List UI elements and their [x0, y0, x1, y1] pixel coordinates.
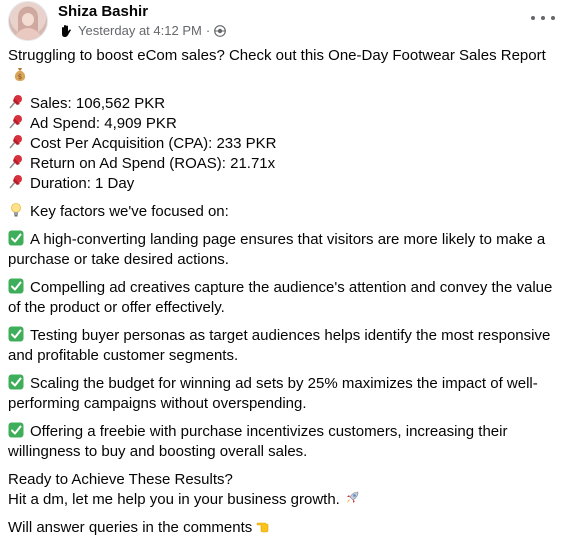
cta-paragraph: Ready to Achieve These Results? Hit a dm,… [8, 470, 560, 510]
post-body: Struggling to boost eCom sales? Check ou… [8, 46, 560, 538]
list-item: Sales: 106,562 PKR [8, 94, 560, 114]
factor-3-line2: and profitable customer segments. [8, 347, 239, 364]
factors-list: A high-converting landing page ensures t… [8, 230, 560, 462]
closing-paragraph: Will answer queries in the comments [8, 518, 560, 538]
money-bag-icon: $ [12, 66, 28, 82]
list-item: Compelling ad creatives capture the audi… [8, 278, 560, 318]
pushpin-icon [8, 154, 24, 170]
list-item: A high-converting landing page ensures t… [8, 230, 560, 270]
pushpin-icon [8, 174, 24, 190]
stat-ad-spend: Ad Spend: 4,909 PKR [30, 115, 177, 132]
factor-5-line2: willingness to buy and boosting overall … [8, 443, 308, 460]
author-name[interactable]: Shiza Bashir [58, 2, 226, 21]
cta-line2: Hit a dm, let me help you in your busine… [8, 491, 340, 508]
pushpin-icon [8, 114, 24, 130]
factor-2-line2: of the product or offer effectively. [8, 299, 225, 316]
stats-list: Sales: 106,562 PKR Ad Spend: 4,909 PKR C… [8, 94, 560, 194]
check-mark-icon [8, 374, 24, 390]
check-mark-icon [8, 422, 24, 438]
pointing-hand-icon [256, 518, 272, 534]
post-timestamp[interactable]: Yesterday at 4:12 PM [78, 23, 202, 39]
key-factors-heading: Key factors we've focused on: [8, 202, 560, 222]
factor-2-line1: Compelling ad creatives capture the audi… [30, 279, 553, 296]
post-header: Shiza Bashir Yesterday at 4:12 PM · [8, 1, 227, 41]
factor-1-line2: purchase or take desired actions. [8, 251, 229, 268]
light-bulb-icon [8, 202, 24, 218]
stat-sales: Sales: 106,562 PKR [30, 95, 166, 112]
factor-1-line1: A high-converting landing page ensures t… [30, 231, 546, 248]
pushpin-icon [8, 94, 24, 110]
factor-3-line1: Testing buyer personas as target audienc… [30, 327, 551, 344]
list-item: Ad Spend: 4,909 PKR [8, 114, 560, 134]
stat-cpa: Cost Per Acquisition (CPA): 233 PKR [30, 135, 277, 152]
key-factors-text: Key factors we've focused on: [30, 203, 229, 220]
list-item: Scaling the budget for winning ad sets b… [8, 374, 560, 414]
rocket-icon [344, 490, 360, 506]
closing-text: Will answer queries in the comments [8, 519, 253, 536]
cta-line1: Ready to Achieve These Results? [8, 471, 233, 488]
meta-separator: · [205, 23, 211, 38]
stat-roas: Return on Ad Spend (ROAS): 21.71x [30, 155, 276, 172]
globe-icon[interactable] [214, 25, 227, 37]
check-mark-icon [8, 278, 24, 294]
svg-text:$: $ [18, 73, 22, 81]
intro-text: Struggling to boost eCom sales? Check ou… [8, 47, 546, 64]
check-mark-icon [8, 326, 24, 342]
check-mark-icon [8, 230, 24, 246]
post-subline: Yesterday at 4:12 PM · [58, 23, 227, 39]
avatar[interactable] [8, 1, 48, 41]
list-item: Cost Per Acquisition (CPA): 233 PKR [8, 134, 560, 154]
pushpin-icon [8, 134, 24, 150]
factor-4-line2: performing campaigns without overspendin… [8, 395, 307, 412]
facebook-post: Shiza Bashir Yesterday at 4:12 PM · Stru… [0, 0, 567, 536]
stat-duration: Duration: 1 Day [30, 175, 135, 192]
factor-4-line1: Scaling the budget for winning ad sets b… [30, 375, 538, 392]
list-item: Testing buyer personas as target audienc… [8, 326, 560, 366]
post-meta: Shiza Bashir Yesterday at 4:12 PM · [58, 2, 227, 39]
list-item: Return on Ad Spend (ROAS): 21.71x [8, 154, 560, 174]
list-item: Duration: 1 Day [8, 174, 560, 194]
intro-paragraph: Struggling to boost eCom sales? Check ou… [8, 46, 560, 86]
list-item: Offering a freebie with purchase incenti… [8, 422, 560, 462]
hand-badge-icon [58, 23, 74, 39]
more-options-icon[interactable] [531, 12, 555, 24]
factor-5-line1: Offering a freebie with purchase incenti… [30, 423, 508, 440]
